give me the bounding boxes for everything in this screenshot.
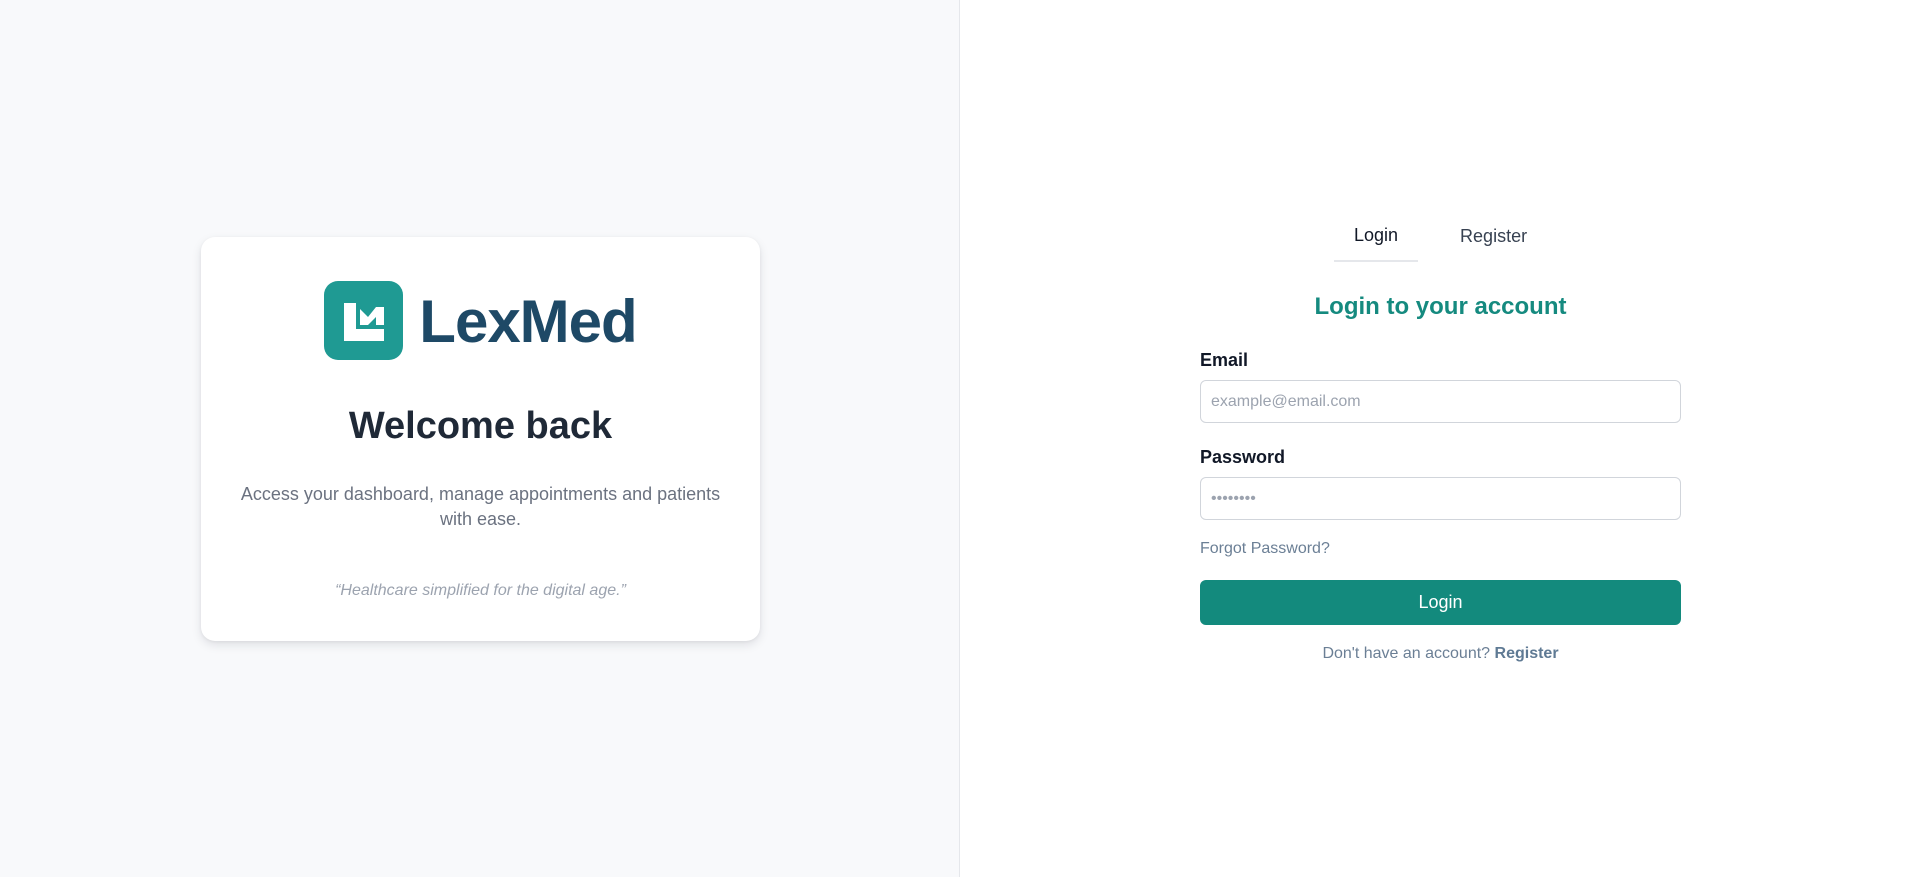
password-label: Password <box>1200 447 1286 467</box>
email-label: Email <box>1200 350 1249 370</box>
welcome-card: LexMed Welcome back Access your dashboar… <box>201 237 760 641</box>
email-field[interactable] <box>1200 380 1681 423</box>
forgot-password-link[interactable]: Forgot Password? <box>1200 540 1330 558</box>
register-prompt: Don't have an account? Register <box>1200 645 1681 663</box>
welcome-quote: “Healthcare simplified for the digital a… <box>335 582 626 599</box>
lexmed-logo-icon <box>324 281 404 360</box>
register-link[interactable]: Register <box>1495 645 1559 662</box>
left-panel: LexMed Welcome back Access your dashboar… <box>0 0 960 877</box>
welcome-title: Welcome back <box>348 405 613 447</box>
brand-name: LexMed <box>419 287 637 355</box>
password-field[interactable] <box>1200 477 1681 520</box>
welcome-description: Access your dashboard, manage appointmen… <box>240 484 721 529</box>
tab-login[interactable]: Login <box>1334 217 1419 262</box>
right-panel: Login Register Login to your account Ema… <box>960 0 1920 877</box>
form-title: Login to your account <box>1314 293 1567 320</box>
no-account-text: Don't have an account? <box>1322 645 1491 662</box>
tab-register[interactable]: Register <box>1440 217 1547 262</box>
login-button[interactable]: Login <box>1200 580 1681 625</box>
page: LexMed Welcome back Access your dashboar… <box>0 0 1920 877</box>
brand-logo: LexMed <box>201 281 760 360</box>
auth-tabs: Login Register <box>1334 217 1547 262</box>
